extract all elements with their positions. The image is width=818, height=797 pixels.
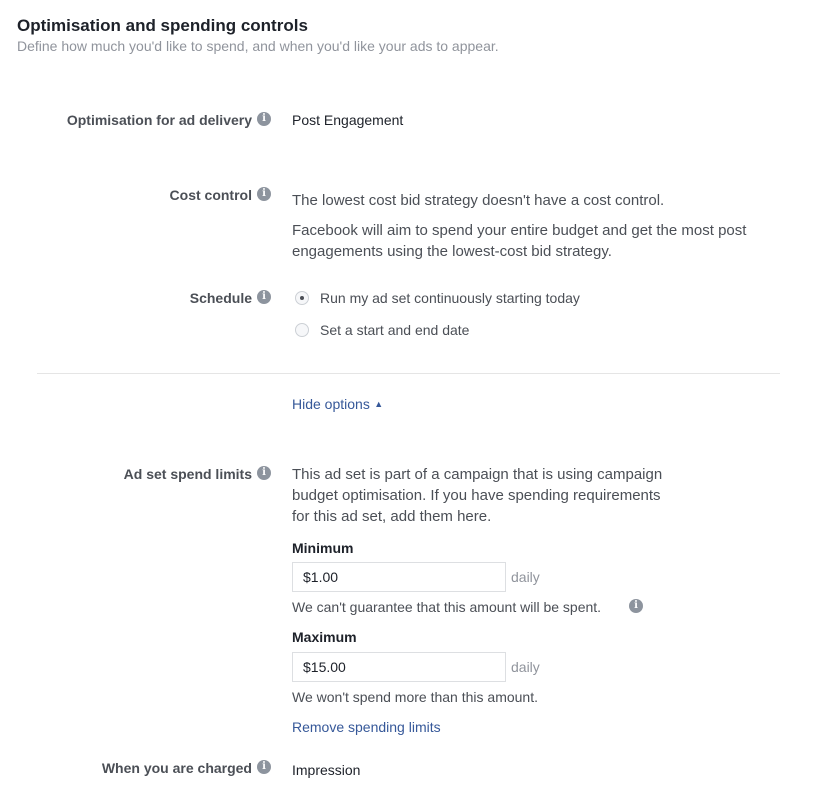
maximum-label: Maximum — [292, 629, 357, 645]
spend-limits-label: Ad set spend limits — [123, 466, 252, 482]
info-icon[interactable]: i — [257, 112, 271, 126]
maximum-unit: daily — [511, 659, 540, 675]
section-subtitle: Define how much you'd like to spend, and… — [17, 38, 499, 54]
radio-start-end[interactable] — [295, 323, 309, 337]
schedule-label: Schedule — [189, 290, 252, 306]
spend-limits-description: This ad set is part of a campaign that i… — [292, 466, 663, 525]
minimum-input[interactable] — [292, 562, 506, 592]
section-title: Optimisation and spending controls — [17, 16, 308, 35]
divider — [37, 373, 780, 374]
charged-value: Impression — [292, 762, 361, 778]
cost-control-text: The lowest cost bid strategy doesn't hav… — [292, 192, 665, 209]
cost-control-label: Cost control — [169, 187, 252, 203]
maximum-help: We won't spend more than this amount. — [292, 689, 538, 705]
info-icon[interactable]: i — [257, 290, 271, 304]
minimum-help: We can't guarantee that this amount will… — [292, 599, 602, 615]
radio-continuous-label[interactable]: Run my ad set continuously starting toda… — [320, 290, 580, 306]
optimisation-value: Post Engagement — [292, 112, 404, 128]
optimisation-label: Optimisation for ad delivery — [66, 112, 252, 128]
charged-label: When you are charged — [101, 760, 252, 776]
hide-options-link[interactable]: Hide options ▲ — [292, 396, 383, 414]
minimum-label: Minimum — [292, 540, 354, 556]
info-icon[interactable]: i — [257, 760, 271, 774]
radio-start-end-label[interactable]: Set a start and end date — [320, 322, 469, 338]
cost-control-description: Facebook will aim to spend your entire b… — [292, 222, 747, 260]
info-icon[interactable]: i — [257, 187, 271, 201]
maximum-input[interactable] — [292, 652, 506, 682]
minimum-unit: daily — [511, 569, 540, 585]
remove-spending-limits-link[interactable]: Remove spending limits — [292, 719, 441, 735]
radio-continuous[interactable] — [295, 291, 309, 305]
caret-up-icon: ▲ — [374, 399, 384, 409]
info-icon[interactable]: i — [629, 599, 643, 613]
info-icon[interactable]: i — [257, 466, 271, 480]
